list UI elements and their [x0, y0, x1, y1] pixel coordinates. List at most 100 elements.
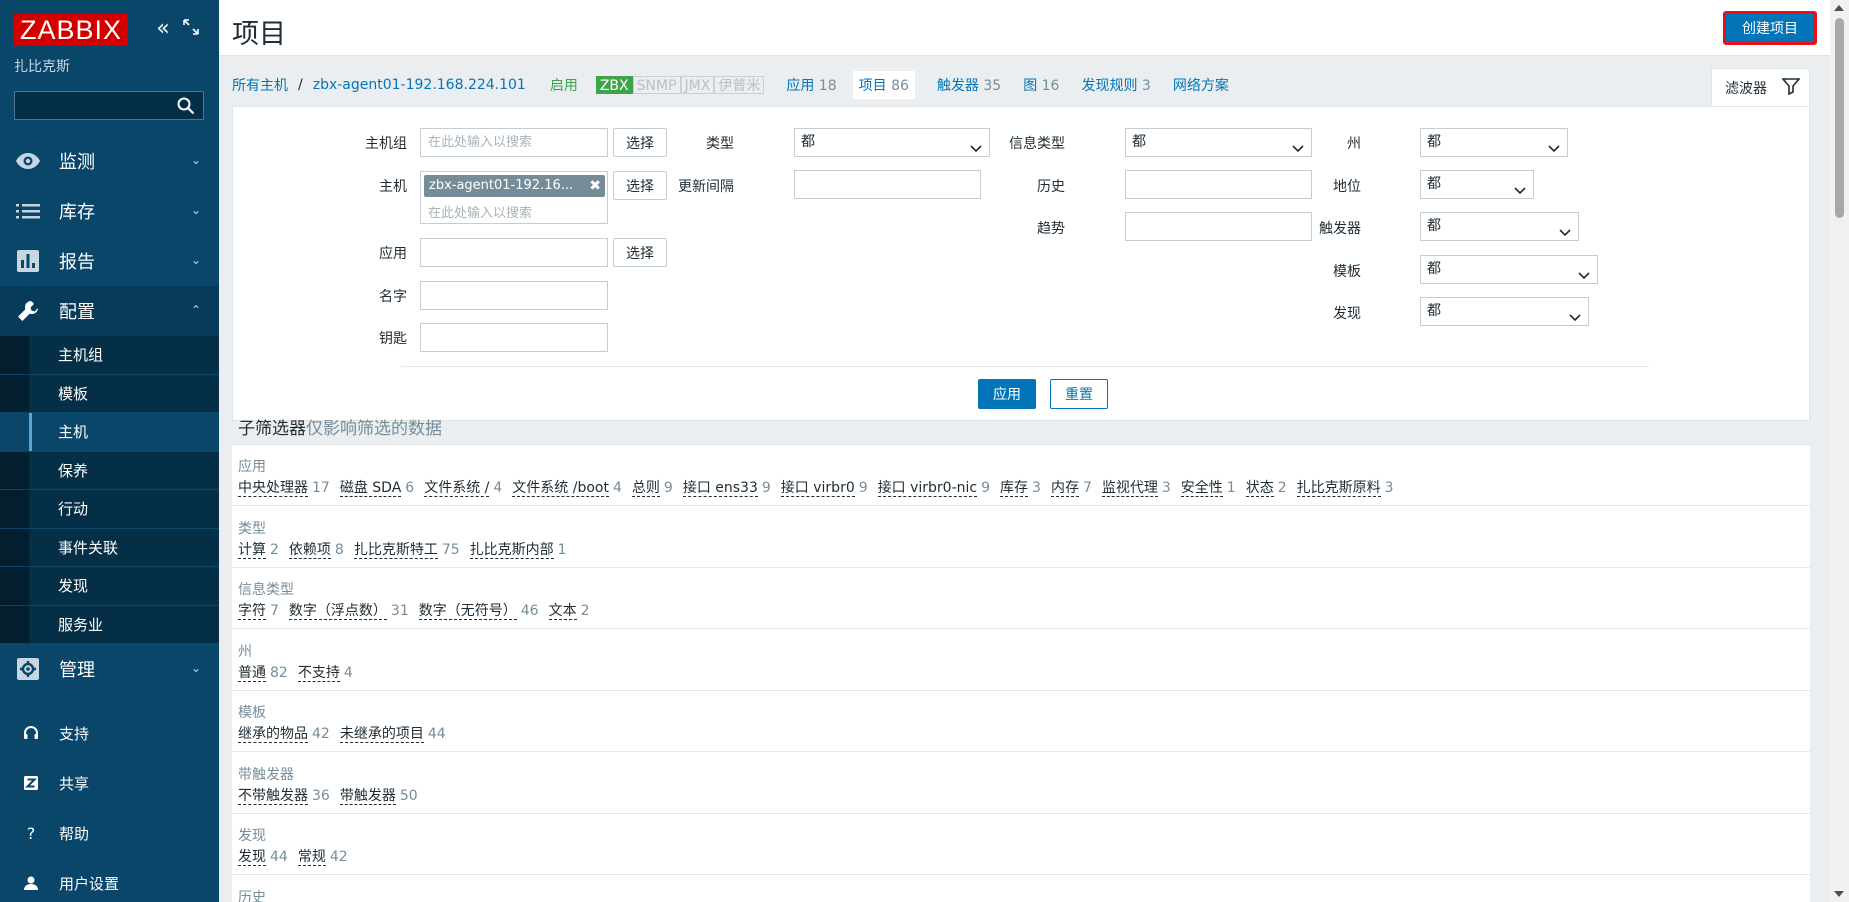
host-search-placeholder[interactable]: 在此处输入以搜索	[428, 202, 532, 221]
subfilter-option[interactable]: 字符 7	[238, 600, 279, 620]
breadcrumb-all-hosts[interactable]: 所有主机	[232, 75, 288, 95]
menu-monitoring[interactable]: 监测 ⌄	[0, 136, 219, 186]
kiosk-mode-icon[interactable]	[180, 18, 202, 40]
history-input[interactable]	[1126, 171, 1311, 198]
subfilter-option[interactable]: 数字（浮点数） 31	[288, 600, 409, 620]
close-icon[interactable]: ✖	[589, 175, 601, 197]
submenu-services[interactable]: 服务业	[0, 606, 219, 644]
availability-ipmi: 伊普米	[714, 76, 765, 94]
type-select[interactable]: 都	[794, 128, 990, 157]
tab-triggers[interactable]: 触发器 35	[937, 75, 1001, 95]
subfilter-option[interactable]: 常规 42	[297, 846, 348, 866]
key-input[interactable]	[421, 324, 607, 351]
trends-input[interactable]	[1126, 213, 1311, 240]
host-multiselect[interactable]: zbx-agent01-192.16... ✖ 在此处输入以搜索	[420, 171, 608, 224]
subfilter-option[interactable]: 接口 virbr0 9	[780, 477, 868, 497]
menu-share[interactable]: 共享	[0, 758, 219, 808]
scroll-down-icon[interactable]	[1834, 891, 1844, 897]
subfilter-option[interactable]: 监视代理 3	[1101, 477, 1171, 497]
subfilter-option[interactable]: 计算 2	[238, 539, 279, 559]
template-select[interactable]: 都	[1420, 255, 1598, 284]
subfilter-option[interactable]: 安全性 1	[1180, 477, 1236, 497]
subfilter-option[interactable]: 不带触发器 36	[238, 785, 330, 805]
submenu-actions[interactable]: 行动	[0, 490, 219, 529]
subfilter-option[interactable]: 不支持 4	[297, 662, 353, 682]
filter-toggle-tab[interactable]: 滤波器	[1711, 68, 1810, 106]
discovery-select[interactable]: 都	[1420, 297, 1589, 326]
collapse-sidebar-icon[interactable]: «	[152, 18, 174, 40]
zabbix-logo[interactable]: ZABBIX	[14, 14, 128, 46]
subfilter-option[interactable]: 库存 3	[1000, 477, 1041, 497]
info-type-select[interactable]: 都	[1125, 128, 1312, 157]
application-select-button[interactable]: 选择	[613, 238, 667, 267]
menu-support[interactable]: 支持	[0, 708, 219, 758]
subfilter-option[interactable]: 总则 9	[631, 477, 673, 497]
menu-reports[interactable]: 报告 ⌄	[0, 236, 219, 286]
subfilter-option[interactable]: 中央处理器 17	[238, 477, 330, 497]
sidebar-search[interactable]	[14, 91, 204, 120]
subfilter-option[interactable]: 磁盘 SDA 6	[339, 477, 414, 497]
subfilter-option[interactable]: 带触发器 50	[339, 785, 418, 805]
hostgroup-search-input[interactable]	[421, 129, 607, 156]
menu-inventory[interactable]: 库存 ⌄	[0, 186, 219, 236]
submenu-templates[interactable]: 模板	[0, 375, 219, 413]
subfilter-option[interactable]: 扎比克斯原料 3	[1296, 477, 1394, 497]
scroll-up-icon[interactable]	[1834, 5, 1844, 11]
filter-tab-label: 滤波器	[1725, 80, 1767, 97]
breadcrumb-host[interactable]: zbx-agent01-192.168.224.101	[313, 77, 526, 93]
trends-field[interactable]	[1125, 212, 1312, 241]
subfilter-option[interactable]: 状态 2	[1245, 477, 1287, 497]
status-select[interactable]: 都	[1420, 170, 1534, 199]
name-field[interactable]	[420, 281, 608, 310]
name-input[interactable]	[421, 282, 607, 309]
scroll-thumb[interactable]	[1835, 18, 1844, 218]
subfilter-option[interactable]: 文本 2	[548, 600, 590, 620]
menu-configuration[interactable]: 配置 ⌃	[0, 286, 219, 336]
reset-filter-button[interactable]: 重置	[1050, 379, 1108, 409]
subfilter-option[interactable]: 普通 82	[238, 662, 288, 682]
tab-items[interactable]: 项目 86	[852, 71, 915, 99]
subfilter-option[interactable]: 数字（无符号） 46	[418, 600, 539, 620]
tab-applications[interactable]: 应用 18	[786, 75, 836, 95]
subfilter-option[interactable]: 发现 44	[238, 846, 288, 866]
subfilter-option[interactable]: 未继承的项目 44	[339, 723, 446, 743]
subfilter-option[interactable]: 接口 virbr0-nic 9	[877, 477, 990, 497]
subfilter-option[interactable]: 文件系统 /4	[424, 477, 502, 497]
subfilter-option-label: 数字（浮点数）	[288, 603, 387, 620]
key-field[interactable]	[420, 323, 608, 352]
menu-user-settings[interactable]: 用户设置	[0, 858, 219, 902]
tab-graphs[interactable]: 图 16	[1023, 75, 1059, 95]
submenu-host-groups[interactable]: 主机组	[0, 336, 219, 375]
subfilter-option[interactable]: 继承的物品 42	[238, 723, 330, 743]
update-interval-input[interactable]	[795, 171, 980, 198]
triggers-select[interactable]: 都	[1420, 212, 1579, 241]
submenu-maintenance[interactable]: 保养	[0, 452, 219, 490]
hostgroup-select-button[interactable]: 选择	[613, 128, 667, 157]
hostgroup-field[interactable]	[420, 128, 608, 157]
subfilter-option[interactable]: 扎比克斯特工 75	[353, 539, 460, 559]
submenu-discovery[interactable]: 发现	[0, 567, 219, 606]
create-item-button[interactable]: 创建项目	[1723, 11, 1817, 45]
application-input[interactable]	[421, 239, 607, 266]
subfilter-option[interactable]: 内存 7	[1050, 477, 1092, 497]
host-status-enabled[interactable]: 启用	[550, 75, 578, 95]
search-icon[interactable]	[177, 97, 195, 115]
tab-discovery-rules[interactable]: 发现规则 3	[1081, 75, 1150, 95]
tab-web-scenarios[interactable]: 网络方案	[1173, 75, 1229, 95]
subfilter-option[interactable]: 文件系统 /boot 4	[512, 477, 622, 497]
page-scrollbar[interactable]	[1830, 0, 1849, 902]
history-field[interactable]	[1125, 170, 1312, 199]
host-select-button[interactable]: 选择	[613, 171, 667, 200]
apply-filter-button[interactable]: 应用	[978, 379, 1036, 409]
sidebar-search-input[interactable]	[15, 92, 175, 119]
menu-help[interactable]: ? 帮助	[0, 808, 219, 858]
subfilter-option[interactable]: 扎比克斯内部 1	[469, 539, 567, 559]
submenu-hosts[interactable]: 主机	[0, 413, 219, 452]
update-interval-field[interactable]	[794, 170, 981, 199]
application-field[interactable]	[420, 238, 608, 267]
menu-administration[interactable]: 管理 ⌄	[0, 644, 219, 694]
submenu-event-correlation[interactable]: 事件关联	[0, 529, 219, 567]
subfilter-option[interactable]: 接口 ens33 9	[682, 477, 771, 497]
subfilter-option[interactable]: 依赖项 8	[288, 539, 344, 559]
state-select[interactable]: 都	[1420, 128, 1568, 157]
